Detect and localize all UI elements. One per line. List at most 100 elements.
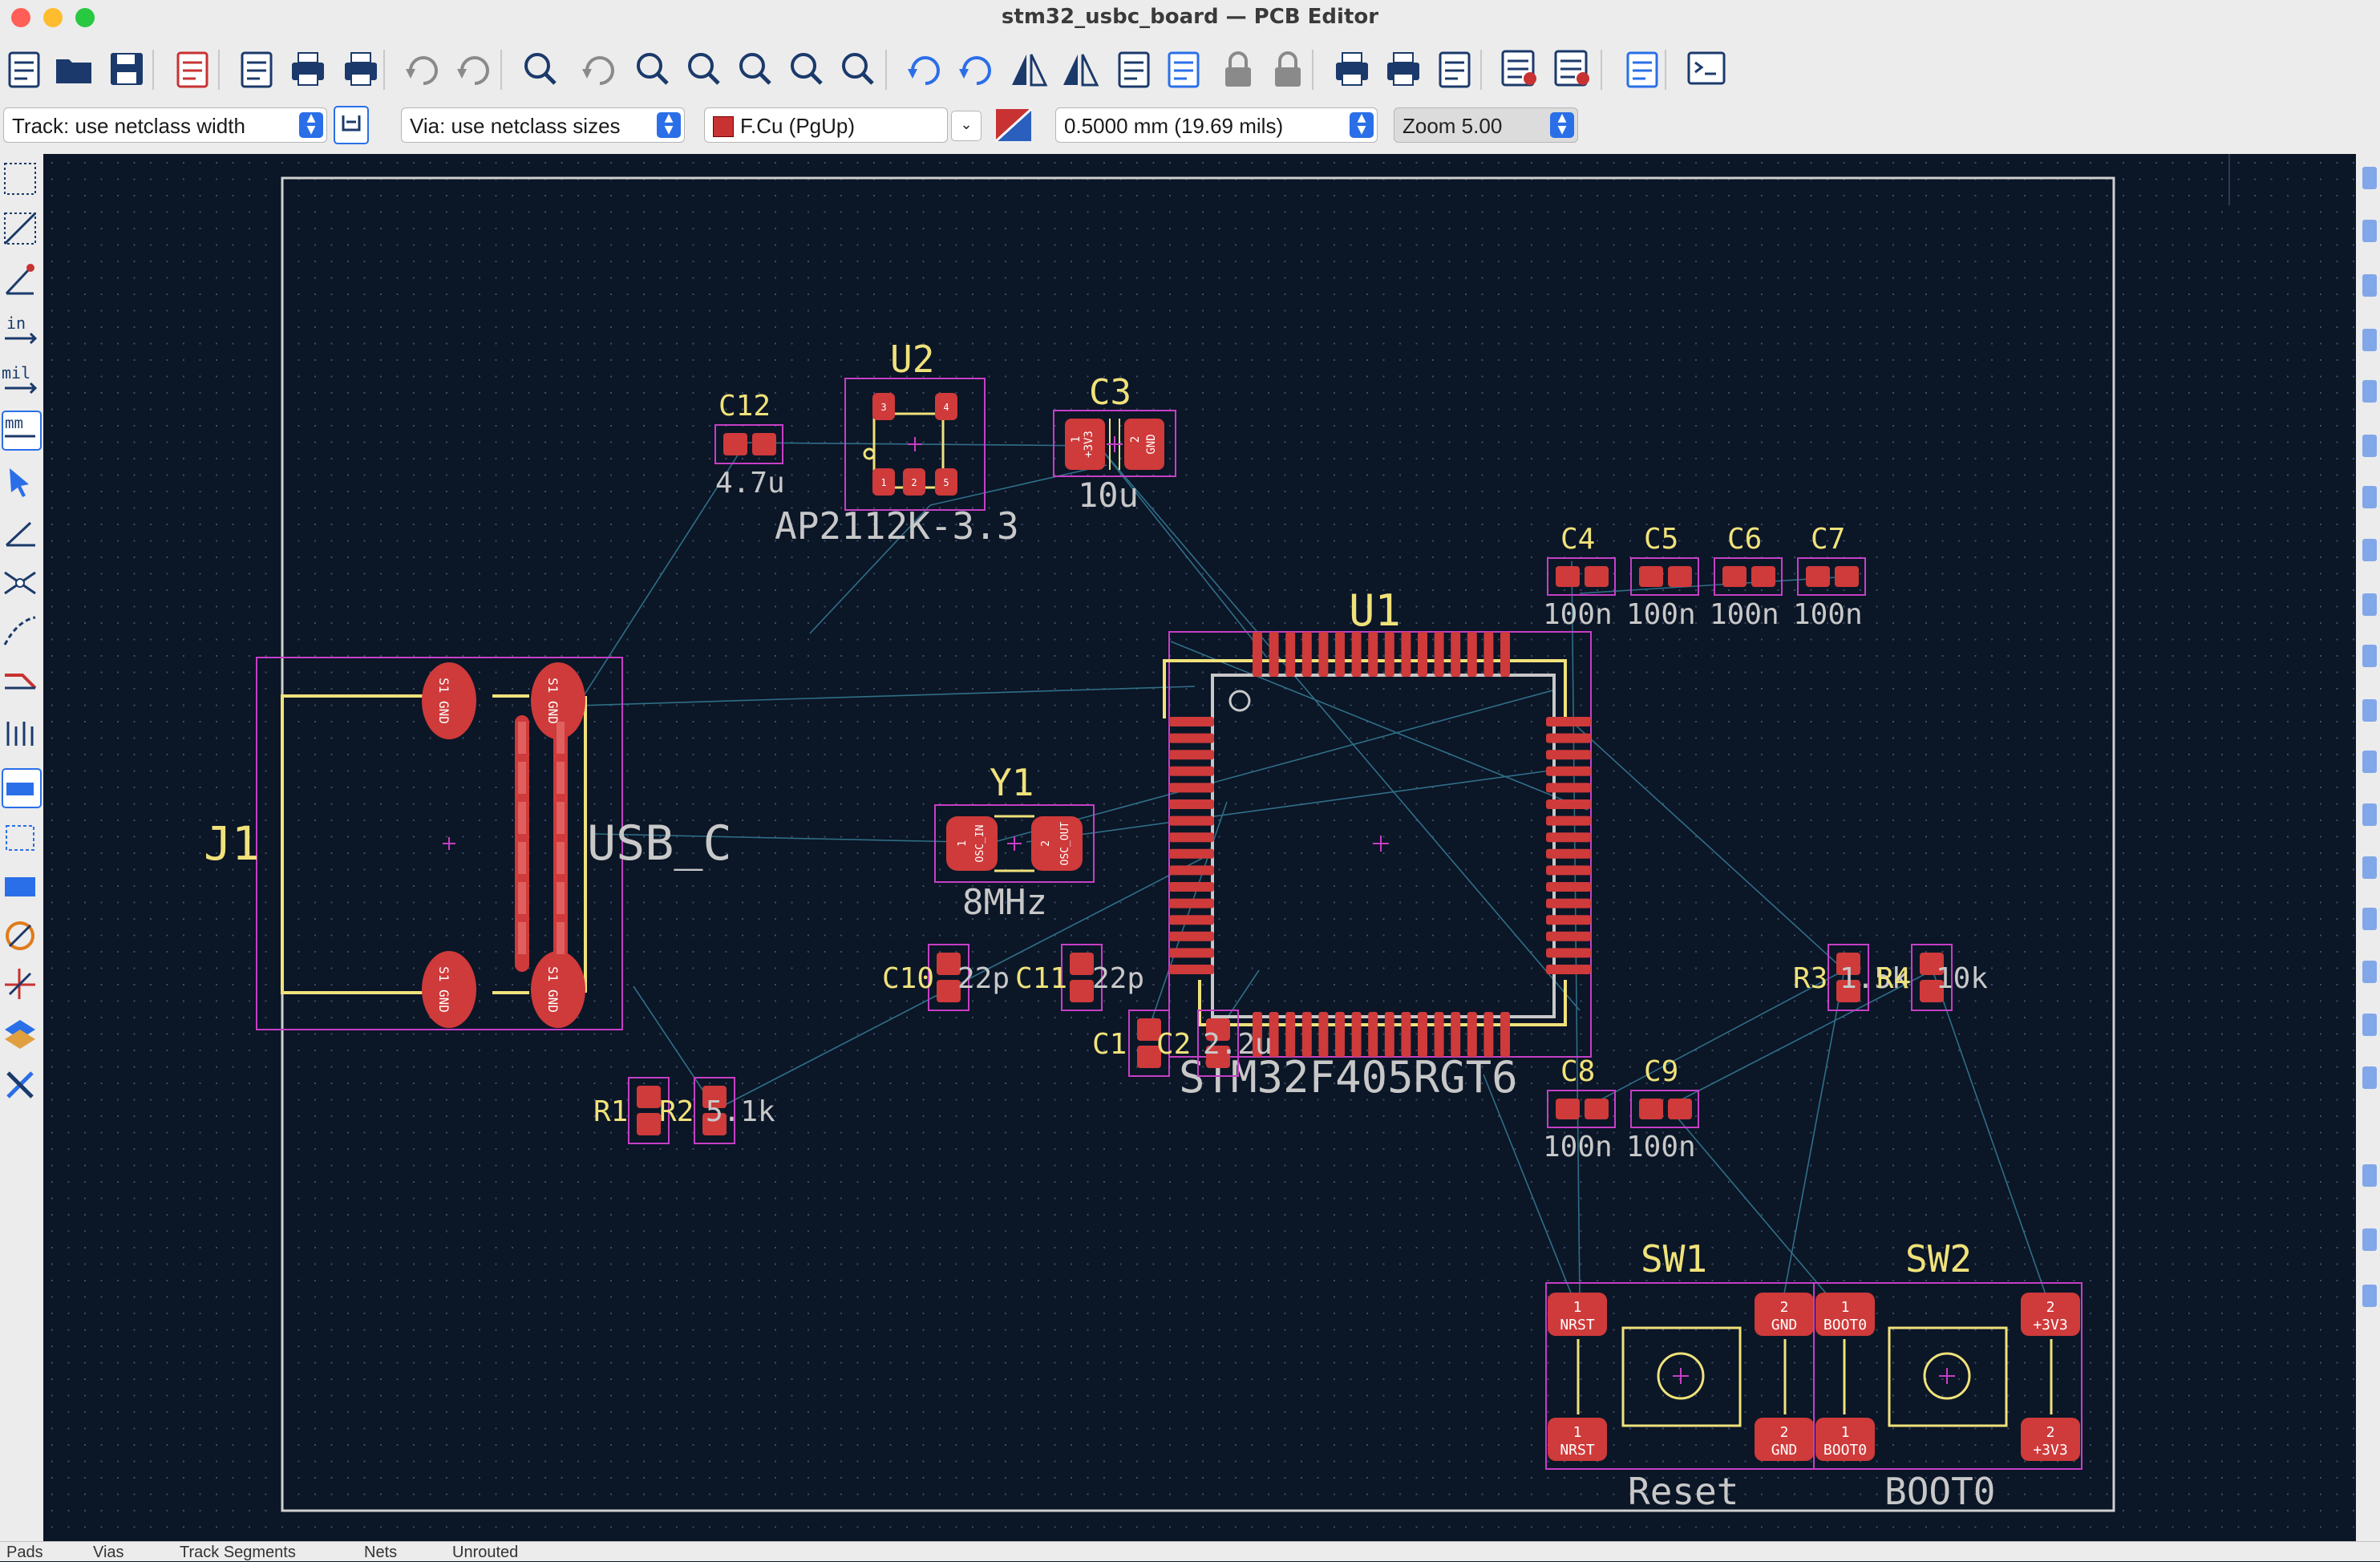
u1-pad[interactable]	[1335, 1012, 1345, 1057]
u1-pad[interactable]	[1169, 865, 1214, 876]
zoom-in-icon[interactable]	[632, 47, 674, 93]
add-dimension-icon[interactable]	[2362, 1066, 2377, 1089]
page-settings-icon[interactable]	[236, 47, 277, 93]
undo-icon[interactable]	[403, 47, 444, 93]
track-width-select[interactable]: Track: use netclass width ▲ ▼	[3, 107, 327, 143]
curved-ratsnest-icon[interactable]	[2, 613, 38, 649]
plot-icon[interactable]	[340, 47, 382, 93]
add-rule-area-icon[interactable]	[2362, 539, 2377, 561]
zoom-objects-icon[interactable]	[786, 47, 828, 93]
new-file-icon[interactable]	[3, 47, 45, 93]
layers-manager-icon[interactable]	[2, 1015, 38, 1052]
u1-pad[interactable]	[1546, 948, 1591, 958]
route-track-icon[interactable]	[2362, 329, 2377, 351]
ungroup-icon[interactable]	[1163, 47, 1204, 93]
u1-pad[interactable]	[1269, 632, 1279, 677]
grid-overlay-icon[interactable]	[2, 210, 38, 247]
u1-pad[interactable]	[1169, 766, 1214, 776]
angle-constraint-icon[interactable]	[2, 513, 38, 550]
draw-circle-icon[interactable]	[2362, 751, 2377, 773]
u1-pad[interactable]	[1169, 882, 1214, 892]
draw-rectangle-icon[interactable]	[2362, 699, 2377, 722]
draw-line-icon[interactable]	[2362, 593, 2377, 616]
u1-pad[interactable]	[1169, 948, 1214, 958]
u1-pad[interactable]	[1384, 632, 1394, 677]
redo-icon[interactable]	[454, 47, 496, 93]
u1-pad[interactable]	[1169, 931, 1214, 941]
schematic-icon[interactable]	[1621, 47, 1663, 93]
u1-pad[interactable]	[1546, 832, 1591, 843]
grid-origin-icon[interactable]	[2362, 1228, 2377, 1251]
u1-pad[interactable]	[1546, 750, 1591, 760]
show-holes-icon[interactable]	[2, 917, 38, 954]
u1-pad[interactable]	[1301, 1012, 1312, 1057]
u1-pad[interactable]	[1546, 915, 1591, 925]
u1-pad[interactable]	[1169, 832, 1214, 843]
add-text-icon[interactable]	[2362, 908, 2377, 930]
u1-pad[interactable]	[1546, 931, 1591, 941]
add-image-icon[interactable]	[2362, 856, 2377, 879]
tune-length-icon[interactable]	[2362, 380, 2377, 403]
u1-pad[interactable]	[1500, 1012, 1510, 1057]
zoom-select[interactable]: Zoom 5.00 ▲ ▼	[1394, 107, 1578, 143]
update-pcb-icon[interactable]	[1434, 47, 1475, 93]
u1-pad[interactable]	[1434, 632, 1444, 677]
u1-pad[interactable]	[1351, 1012, 1362, 1057]
zoom-out-icon[interactable]	[683, 47, 725, 93]
u1-pad[interactable]	[1169, 799, 1214, 809]
u1-pad[interactable]	[1546, 733, 1591, 743]
zoom-selection-icon[interactable]	[837, 47, 879, 93]
layer-select[interactable]: F.Cu (PgUp)	[704, 107, 948, 143]
polar-coords-icon[interactable]	[2, 261, 38, 298]
u1-pad[interactable]	[1301, 632, 1312, 677]
group-icon[interactable]	[1113, 47, 1155, 93]
show-vias-outline-icon[interactable]	[2, 714, 38, 751]
units-mil-icon[interactable]: mil	[2, 361, 38, 398]
u1-pad[interactable]	[1335, 632, 1345, 677]
drc-icon[interactable]	[1551, 47, 1593, 93]
grid-dots-icon[interactable]	[2, 160, 38, 197]
u1-pad[interactable]	[1546, 865, 1591, 876]
flip-icon[interactable]	[1007, 47, 1049, 93]
draw-polygon-icon[interactable]	[2362, 803, 2377, 826]
u1-pad[interactable]	[1384, 1012, 1394, 1057]
u1-pad[interactable]	[1500, 632, 1510, 677]
add-via-icon[interactable]	[2362, 435, 2377, 457]
board-setup-icon[interactable]	[172, 47, 213, 93]
u1-pad[interactable]	[1483, 632, 1494, 677]
pcb-canvas[interactable]: S1 GND S1 GND S1 GND S1 GND J1 USB_C 3 4…	[43, 154, 2356, 1541]
u1-pad[interactable]	[1546, 815, 1591, 826]
u1-pad[interactable]	[1401, 632, 1411, 677]
u1-pad[interactable]	[1169, 815, 1214, 826]
u1-pad[interactable]	[1546, 766, 1591, 776]
grid-size-select[interactable]: 0.5000 mm (19.69 mils) ▲ ▼	[1055, 107, 1378, 143]
u1-pad[interactable]	[1546, 898, 1591, 908]
add-textbox-icon[interactable]	[2362, 961, 2377, 983]
u1-pad[interactable]	[1401, 1012, 1411, 1057]
show-ratsnest-icon[interactable]	[2, 565, 38, 601]
show-graphics-icon[interactable]	[2, 965, 38, 1002]
u1-pad[interactable]	[1467, 632, 1477, 677]
u1-pad[interactable]	[1318, 632, 1329, 677]
open-folder-icon[interactable]	[53, 47, 95, 93]
u1-pad[interactable]	[1483, 1012, 1494, 1057]
u1-pad[interactable]	[1546, 717, 1591, 726]
rotate-ccw-icon[interactable]	[905, 47, 946, 93]
cursor-crosshair-icon[interactable]	[2, 463, 38, 500]
u1-pad[interactable]	[1546, 965, 1591, 974]
u1-pad[interactable]	[1418, 632, 1427, 677]
local-ratsnest-icon[interactable]	[2362, 220, 2377, 242]
add-table-icon[interactable]	[2362, 1014, 2377, 1036]
u1-pad[interactable]	[1368, 1012, 1378, 1057]
u1-pad[interactable]	[1169, 717, 1214, 726]
u1-pad[interactable]	[1169, 750, 1214, 760]
u1-pad[interactable]	[1451, 632, 1461, 677]
u1-pad[interactable]	[1169, 733, 1214, 743]
u1-pad[interactable]	[1169, 965, 1214, 974]
lock-icon[interactable]	[1217, 47, 1259, 93]
auto-track-width-icon[interactable]	[334, 106, 369, 144]
units-inch-icon[interactable]: in	[2, 311, 38, 348]
highlight-net-icon[interactable]	[2, 768, 42, 808]
u1-pad[interactable]	[1169, 848, 1214, 859]
scripting-console-icon[interactable]	[1686, 47, 1727, 93]
